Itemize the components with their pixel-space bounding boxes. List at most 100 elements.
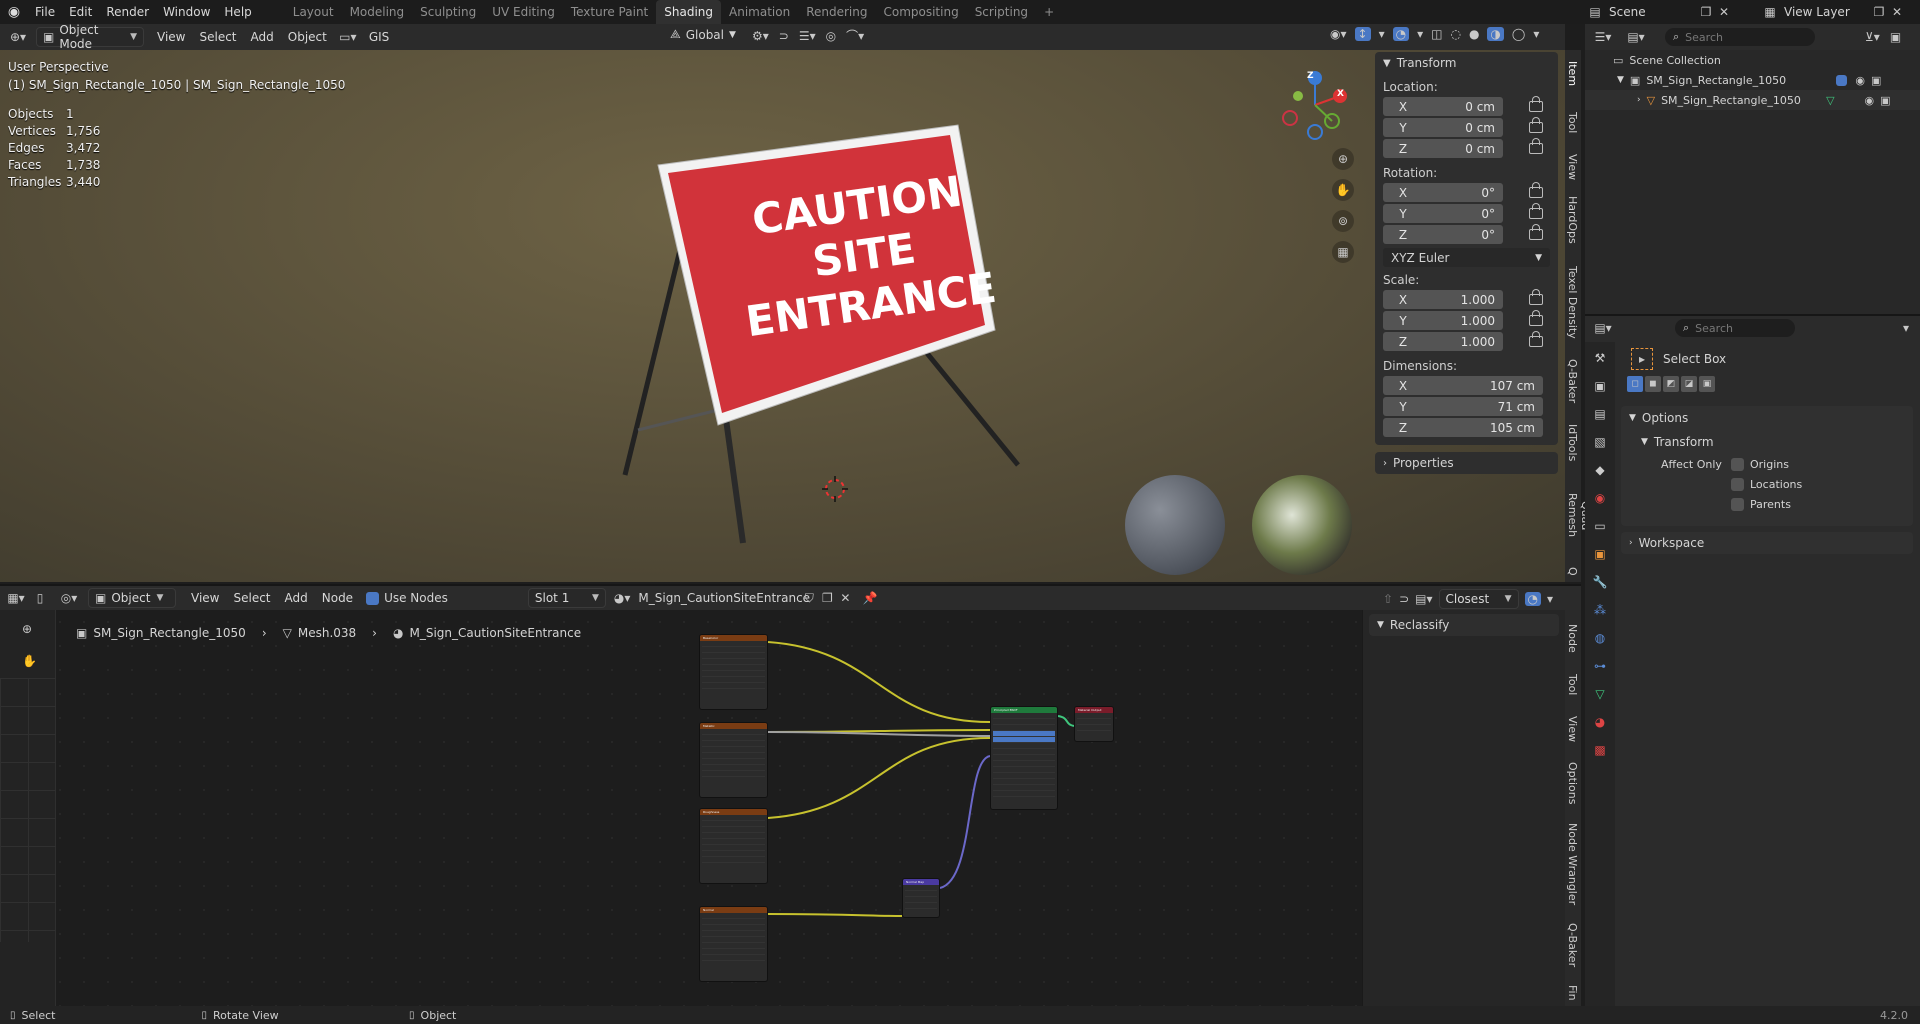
node-menu[interactable]: Node (315, 587, 360, 609)
image-texture-node-roughness[interactable]: Roughness (699, 808, 768, 884)
select-new-icon[interactable]: ◻ (1627, 376, 1643, 392)
3d-cursor[interactable] (822, 476, 848, 502)
falloff-icon[interactable]: ⌒▾ (846, 27, 864, 44)
physics-tab-icon[interactable]: ◍ (1590, 628, 1610, 648)
view-layer-selector[interactable]: ▦ View Layer ❐ ✕ (1760, 2, 1906, 22)
tab-q-baker[interactable]: Q-Baker (1566, 356, 1579, 406)
origins-checkbox[interactable] (1731, 457, 1744, 471)
principled-bsdf-node[interactable]: Principled BSDF (990, 706, 1058, 810)
object-menu[interactable]: Object (281, 26, 334, 48)
tab-compositing[interactable]: Compositing (875, 0, 966, 24)
editor-type-icon[interactable]: ⊕▾ (0, 30, 36, 44)
copy-icon[interactable]: ❐ (1697, 5, 1715, 19)
display-mode-icon[interactable]: ▤▾ (1621, 30, 1651, 44)
lock-icon[interactable] (1529, 224, 1543, 240)
tab-view[interactable]: View (1566, 152, 1579, 182)
grid-snap-icon[interactable]: ▭▾ (334, 30, 362, 44)
lock-icon[interactable] (1529, 117, 1543, 133)
transform-subheader[interactable]: ▼ Transform (1621, 430, 1913, 454)
material-name[interactable]: M_Sign_CautionSiteEntrance (638, 591, 810, 605)
scene-selector[interactable]: ▤ Scene ❐ ✕ (1585, 2, 1733, 22)
location-field[interactable]: Y 0 cm (1383, 118, 1503, 137)
dimension-field[interactable]: X 107 cm (1383, 376, 1543, 395)
image-texture-node-normal[interactable]: Normal (699, 906, 768, 982)
object-mode-dropdown[interactable]: ▣ Object Mode ▼ (36, 23, 144, 51)
pan-hand-icon[interactable]: ✋ (1332, 179, 1354, 201)
fake-user-icon[interactable]: ⛉ (800, 591, 818, 606)
material-output-node[interactable]: Material Output (1074, 706, 1114, 742)
render-camera-icon[interactable]: ▣ (1871, 74, 1881, 87)
material-shading-icon[interactable]: ◑ (1487, 27, 1504, 41)
rotation-field[interactable]: Z 0° (1383, 225, 1503, 244)
visibility-icon[interactable]: ◉▾ (1330, 27, 1347, 41)
menu-render[interactable]: Render (99, 0, 156, 24)
rotation-field[interactable]: Y 0° (1383, 204, 1503, 223)
location-field[interactable]: Z 0 cm (1383, 139, 1503, 158)
slot-icon[interactable]: ▯ (32, 591, 48, 605)
wireframe-shading-icon[interactable]: ◌ (1450, 27, 1460, 41)
tab-item[interactable]: Item (1566, 56, 1579, 92)
scene-name[interactable]: Scene (1605, 5, 1697, 19)
view-menu[interactable]: View (150, 26, 192, 48)
copy-icon[interactable]: ❐ (1870, 5, 1888, 19)
snap-element-icon[interactable]: ▤▾ (1415, 592, 1432, 606)
tab-modeling[interactable]: Modeling (342, 0, 413, 24)
slot-dropdown[interactable]: Slot 1 ▼ (527, 588, 606, 608)
select-menu[interactable]: Select (192, 26, 243, 48)
select-invert-icon[interactable]: ◪ (1681, 376, 1697, 392)
parents-checkbox[interactable] (1731, 497, 1744, 511)
world-tab-icon[interactable]: ◉ (1590, 488, 1610, 508)
image-texture-node-metallic[interactable]: Metallic (699, 722, 768, 798)
shader-type-icon[interactable]: ◎▾ (54, 591, 84, 605)
render-camera-icon[interactable]: ▣ (1880, 94, 1890, 107)
mesh-data-icon[interactable]: ▽ (1826, 94, 1834, 107)
material-selector[interactable]: ◕▾ M_Sign_CautionSiteEntrance ⛉ ❐ ✕ 📌 (614, 591, 883, 606)
workspace-panel-header[interactable]: › Workspace (1621, 532, 1913, 554)
exclude-checkbox[interactable] (1836, 74, 1848, 86)
lock-icon[interactable] (1529, 138, 1543, 154)
outliner-search[interactable]: ⌕ Search (1665, 28, 1815, 46)
rotation-mode-dropdown[interactable]: XYZ Euler ▼ (1383, 248, 1550, 267)
normal-map-node[interactable]: Normal Map (902, 878, 940, 918)
modifier-tab-icon[interactable]: 🔧 (1590, 572, 1610, 592)
node-editor-canvas[interactable]: ⊕ ✋ ▣ SM_Sign_Rectangle_1050 › ▽ Mesh.03… (0, 610, 1565, 1006)
tab-uv-editing[interactable]: UV Editing (484, 0, 563, 24)
collection-tab-icon[interactable]: ▭ (1590, 516, 1610, 536)
lock-icon[interactable] (1529, 289, 1543, 305)
3d-viewport[interactable]: User Perspective (1) SM_Sign_Rectangle_1… (0, 50, 1565, 582)
tab-layout[interactable]: Layout (285, 0, 342, 24)
outliner-item-parent[interactable]: ▼ ▣ SM_Sign_Rectangle_1050 ◉ ▣ (1585, 70, 1920, 90)
shader-object-dropdown[interactable]: ▣ Object ▼ (88, 588, 176, 608)
transform-header[interactable]: ▼ Transform (1375, 52, 1558, 74)
transform-orientation-dropdown[interactable]: ⟁ Global ▼ (670, 27, 736, 42)
scale-field[interactable]: Y 1.000 (1383, 311, 1503, 330)
proportional-icon[interactable]: ◎ (826, 29, 836, 43)
tab-fin[interactable]: Fin (1566, 982, 1579, 1004)
lock-icon[interactable] (1529, 182, 1543, 198)
close-icon[interactable]: ✕ (1888, 5, 1906, 19)
eye-icon[interactable]: ◉ (1865, 94, 1875, 107)
xray-icon[interactable]: ◫ (1431, 27, 1442, 41)
filter-icon[interactable]: ⊻▾ (1865, 30, 1880, 44)
menu-file[interactable]: File (28, 0, 62, 24)
gizmo-dropdown-icon[interactable]: ▾ (1379, 27, 1385, 41)
tab-options[interactable]: Options (1566, 758, 1579, 808)
active-tool[interactable]: ▸ Select Box (1631, 348, 1726, 370)
tab-q[interactable]: Q (1566, 564, 1579, 578)
data-tab-icon[interactable]: ▽ (1590, 684, 1610, 704)
pin-dropdown-icon[interactable]: ▾ (1903, 321, 1909, 335)
properties-panel-header[interactable]: › Properties (1375, 452, 1558, 474)
texture-tab-icon[interactable]: ▩ (1590, 740, 1610, 760)
overlay-toggle-icon[interactable]: ◔ (1392, 27, 1410, 41)
overlay-dropdown-icon[interactable]: ▾ (1417, 27, 1423, 41)
dimension-field[interactable]: Y 71 cm (1383, 397, 1543, 416)
tab-node[interactable]: Node (1566, 620, 1579, 656)
node-snap-icon[interactable]: ⊃ (1399, 592, 1409, 606)
rotation-field[interactable]: X 0° (1383, 183, 1503, 202)
rendered-shading-icon[interactable]: ◯ (1512, 27, 1525, 41)
gizmo-toggle-icon[interactable]: ↕ (1354, 27, 1371, 41)
dimension-field[interactable]: Z 105 cm (1383, 418, 1543, 437)
tab-node-wrangler[interactable]: Node Wrangler (1566, 822, 1579, 907)
lock-icon[interactable] (1529, 203, 1543, 219)
scale-field[interactable]: X 1.000 (1383, 290, 1503, 309)
